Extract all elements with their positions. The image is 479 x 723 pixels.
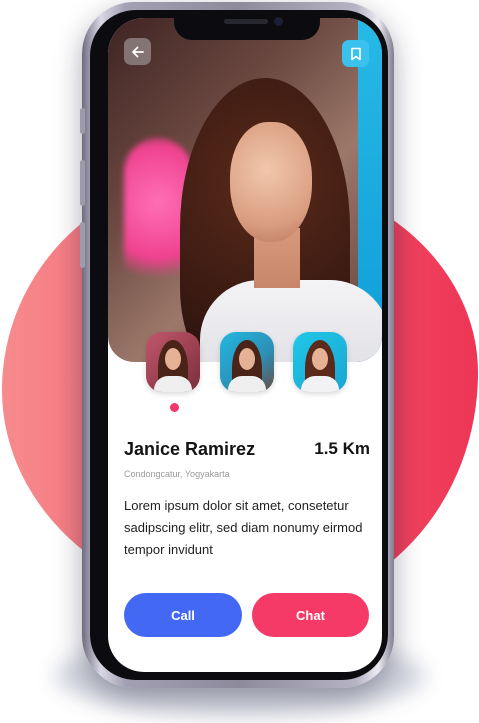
front-camera xyxy=(274,17,283,26)
phone-side-button xyxy=(80,108,85,134)
app-screen: Janice Ramirez 1.5 Km Condongcatur, Yogy… xyxy=(108,18,382,672)
gallery-thumbnail-3[interactable] xyxy=(293,332,347,392)
profile-hero-photo xyxy=(108,18,382,362)
bookmark-button[interactable] xyxy=(342,40,369,67)
back-button[interactable] xyxy=(124,38,151,65)
phone-volume-down-button xyxy=(80,222,85,268)
gallery-thumbnail-2[interactable] xyxy=(220,332,274,392)
speaker-grille xyxy=(224,19,268,24)
phone-volume-up-button xyxy=(80,160,85,206)
gallery-active-indicator xyxy=(170,403,179,412)
profile-bio: Lorem ipsum dolor sit amet, consetetur s… xyxy=(124,498,363,557)
profile-distance: 1.5 Km xyxy=(314,439,370,458)
call-button[interactable]: Call xyxy=(124,593,242,637)
chat-button[interactable]: Chat xyxy=(252,593,369,637)
profile-location: Condongcatur, Yogyakarta xyxy=(124,469,230,479)
profile-name: Janice Ramirez xyxy=(124,439,256,459)
arrow-left-icon xyxy=(131,46,144,57)
gallery-thumbnail-1[interactable] xyxy=(146,332,200,392)
bookmark-icon xyxy=(350,47,361,60)
phone-notch xyxy=(174,10,320,40)
